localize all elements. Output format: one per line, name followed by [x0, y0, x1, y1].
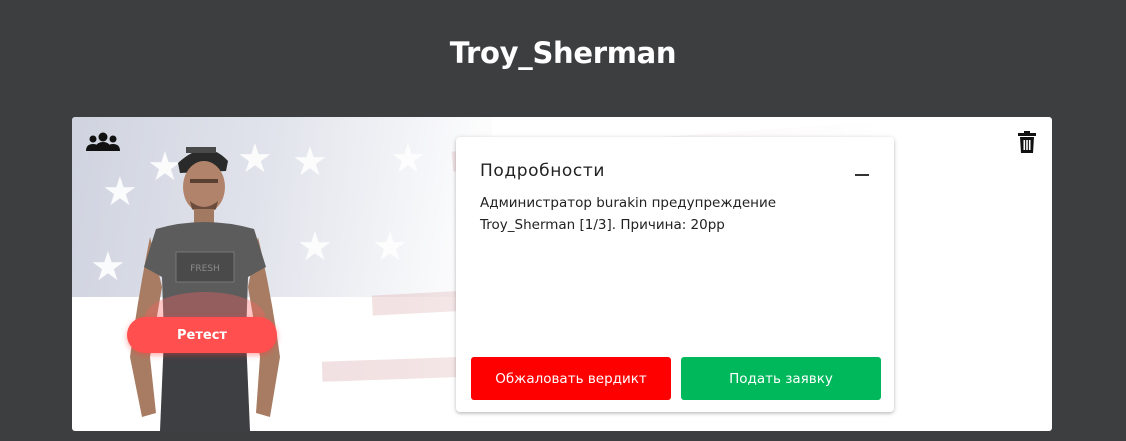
appeal-verdict-button[interactable]: Обжаловать вердикт	[471, 357, 671, 400]
player-skin-image: FRESH	[130, 147, 280, 431]
submit-application-button[interactable]: Подать заявку	[681, 357, 881, 400]
details-text: Администратор burakin предупреждение Tro…	[480, 195, 777, 233]
details-panel: Подробности Администратор burakin предуп…	[456, 137, 894, 412]
player-card: ★ ★ ★ ★ ★ ★ ★ ★	[72, 117, 1052, 431]
page-title: Troy_Sherman	[449, 36, 677, 70]
users-icon	[86, 132, 120, 151]
minus-icon[interactable]	[852, 163, 872, 183]
svg-text:FRESH: FRESH	[190, 264, 220, 274]
retest-button[interactable]: Ретест	[127, 317, 277, 353]
trash-icon[interactable]	[1018, 131, 1036, 153]
details-title: Подробности	[480, 161, 606, 181]
